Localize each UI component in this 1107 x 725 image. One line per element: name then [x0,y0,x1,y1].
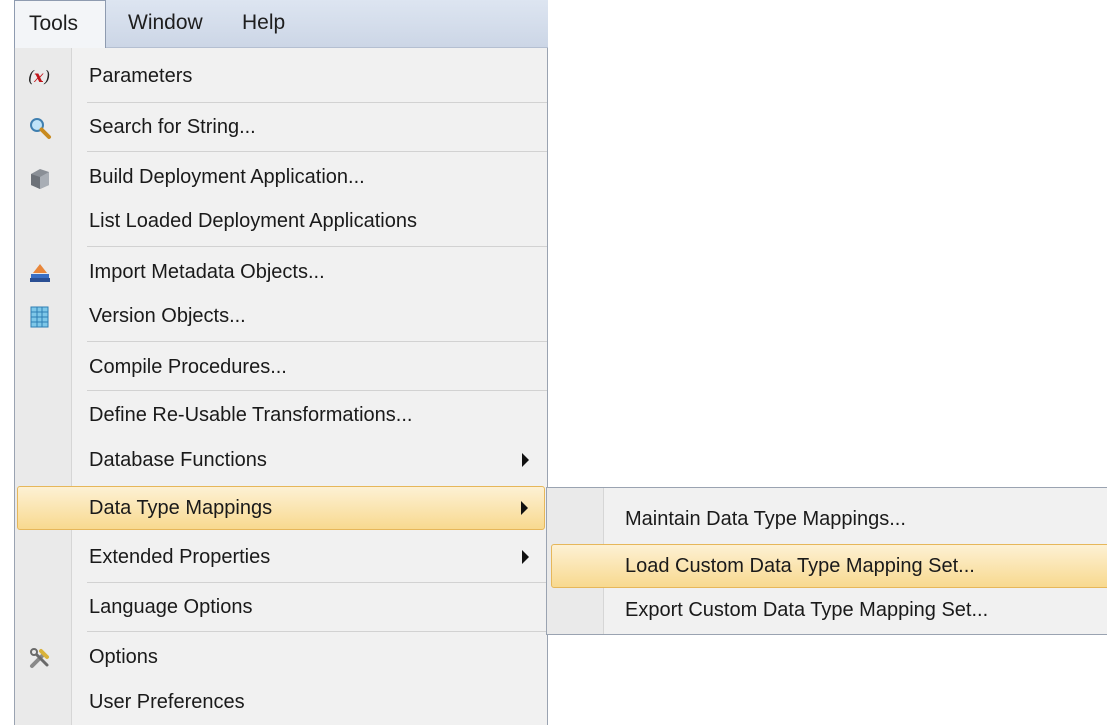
menu-item-label: Build Deployment Application... [89,166,365,188]
menu-separator [87,246,547,247]
menu-item-define-reusable-transformations[interactable]: Define Re-Usable Transformations... [17,393,545,437]
svg-text:x: x [33,67,44,86]
application-window: Tools Window Help ( x ) Parameters Searc… [0,0,1107,725]
menu-item-label: Maintain Data Type Mappings... [625,508,906,530]
menu-item-label: Load Custom Data Type Mapping Set... [625,555,975,577]
menu-item-parameters[interactable]: ( x ) Parameters [17,54,545,98]
submenu-arrow-icon [522,550,529,564]
menu-separator [87,102,547,103]
menu-item-extended-properties[interactable]: Extended Properties [17,535,545,579]
menu-item-label: Import Metadata Objects... [89,261,325,283]
menu-bar: Tools Window Help [14,0,548,49]
magnifier-icon [27,115,53,141]
menu-window[interactable]: Window [114,0,217,48]
menu-tools-label: Tools [29,12,79,35]
tools-dropdown-menu: ( x ) Parameters Search for String... Bu… [14,48,548,725]
menu-item-compile-procedures[interactable]: Compile Procedures... [17,345,545,389]
menu-item-label: Data Type Mappings [89,497,273,519]
menu-item-list-loaded-deployment-applications[interactable]: List Loaded Deployment Applications [17,199,545,243]
menu-item-search-for-string[interactable]: Search for String... [17,105,545,149]
parameters-icon: ( x ) [27,64,53,90]
tools-icon [27,645,53,671]
menu-item-label: Version Objects... [89,305,246,327]
menu-item-label: Parameters [89,65,193,87]
submenu-item-maintain-data-type-mappings[interactable]: Maintain Data Type Mappings... [551,497,1107,541]
menu-item-database-functions[interactable]: Database Functions [17,438,545,482]
menu-item-language-options[interactable]: Language Options [17,585,545,629]
menu-item-label: User Preferences [89,691,245,713]
menu-item-label: List Loaded Deployment Applications [89,210,417,232]
menu-item-label: Search for String... [89,116,256,138]
submenu-arrow-icon [521,501,528,515]
deployment-icon [27,165,53,191]
menu-help[interactable]: Help [228,0,299,48]
submenu-arrow-icon [522,453,529,467]
menu-item-label: Extended Properties [89,546,271,568]
menu-tools[interactable]: Tools [14,0,106,49]
menu-item-options[interactable]: Options [17,635,545,679]
submenu-item-export-custom-data-type-mapping-set[interactable]: Export Custom Data Type Mapping Set... [551,588,1107,632]
menu-window-label: Window [128,11,203,34]
menu-item-import-metadata-objects[interactable]: Import Metadata Objects... [17,250,545,294]
menu-item-version-objects[interactable]: Version Objects... [17,294,545,338]
menu-item-label: Language Options [89,596,253,618]
menu-item-build-deployment-application[interactable]: Build Deployment Application... [17,155,545,199]
menu-item-data-type-mappings[interactable]: Data Type Mappings [17,486,545,530]
svg-text:): ) [43,67,50,86]
menu-item-label: Options [89,646,158,668]
menu-separator [87,151,547,152]
data-type-mappings-submenu: Maintain Data Type Mappings... Load Cust… [546,487,1107,635]
submenu-item-load-custom-data-type-mapping-set[interactable]: Load Custom Data Type Mapping Set... [551,544,1107,588]
menu-item-label: Export Custom Data Type Mapping Set... [625,599,989,621]
menu-separator [87,341,547,342]
menu-item-label: Compile Procedures... [89,356,287,378]
menu-item-user-preferences[interactable]: User Preferences [17,680,545,724]
menu-help-label: Help [242,11,286,34]
menu-separator [87,390,547,391]
import-icon [27,260,53,286]
menu-item-label: Database Functions [89,449,267,471]
grid-icon [27,304,53,330]
menu-separator [87,582,547,583]
menu-item-label: Define Re-Usable Transformations... [89,404,413,426]
menu-separator [87,631,547,632]
